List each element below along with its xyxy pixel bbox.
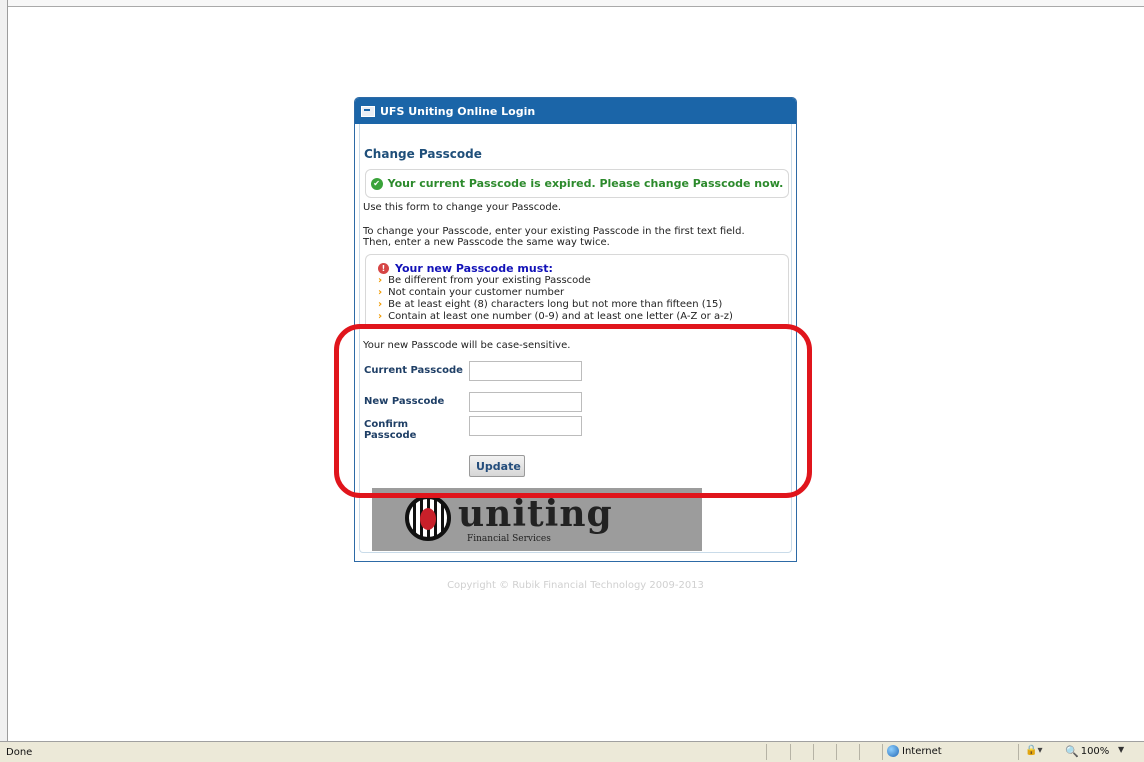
instructions-line-2: Then, enter a new Passcode the same way … [363,237,610,248]
rule-item: › Not contain your customer number [378,287,564,298]
page-title: Change Passcode [364,147,482,161]
status-separator [859,744,860,760]
intro-text: Use this form to change your Passcode. [363,202,562,213]
status-text: Done [6,747,33,758]
status-separator [836,744,837,760]
passcode-rules-box: ! Your new Passcode must: › Be different … [365,254,789,324]
browser-status-bar: Done Internet 🔒▾ 🔍 100% ▼ [0,741,1144,762]
rule-text: Be different from your existing Passcode [388,275,591,286]
status-separator [813,744,814,760]
rule-text: Contain at least one number (0-9) and at… [388,311,733,322]
chevron-right-icon: › [378,275,383,286]
uniting-emblem-icon [405,495,451,541]
security-zone[interactable]: Internet [887,745,942,757]
rule-text: Not contain your customer number [388,287,565,298]
status-message: Your current Passcode is expired. Please… [387,177,784,190]
zoom-control[interactable]: 🔍 100% [1065,745,1109,758]
chevron-right-icon: › [378,287,383,298]
rules-heading: ! Your new Passcode must: [378,262,553,275]
rules-heading-text: Your new Passcode must: [395,262,553,275]
zone-label: Internet [902,745,942,757]
rule-item: › Be at least eight (8) characters long b… [378,299,722,310]
instructions-line-1: To change your Passcode, enter your exis… [363,226,745,237]
highlight-annotation [334,324,812,498]
status-separator [1018,744,1019,760]
copyright-text: Copyright © Rubik Financial Technology 2… [447,580,704,591]
rule-text: Be at least eight (8) characters long bu… [388,299,723,310]
panel-header-title: UFS Uniting Online Login [380,104,536,118]
browser-left-frame [0,0,8,741]
chevron-right-icon: › [378,299,383,310]
protected-mode-icon[interactable]: 🔒▾ [1025,745,1042,756]
panel-header: UFS Uniting Online Login [355,98,796,124]
alert-circle-icon: ! [378,263,389,274]
rule-item: › Contain at least one number (0-9) and a… [378,311,733,322]
status-separator [766,744,767,760]
browser-top-frame [8,0,1144,7]
globe-icon [887,745,899,757]
magnifier-icon: 🔍 [1065,745,1079,758]
chevron-down-icon[interactable]: ▼ [1118,745,1124,754]
logo-wordmark: uniting [458,493,613,535]
rule-item: › Be different from your existing Passcod… [378,275,591,286]
logo-subtitle: Financial Services [467,534,551,544]
zoom-level: 100% [1080,746,1110,757]
check-circle-icon: ✔ [370,177,383,190]
status-separator [882,744,883,760]
chevron-right-icon: › [378,311,383,322]
status-message-box: ✔ Your current Passcode is expired. Plea… [365,169,789,198]
status-separator [790,744,791,760]
window-icon [361,105,375,117]
